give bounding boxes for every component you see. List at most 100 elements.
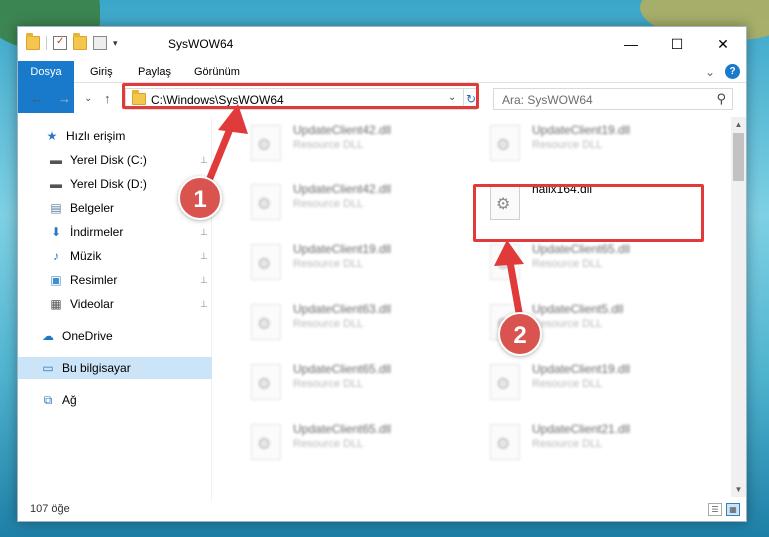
address-bar[interactable]: C:\Windows\SysWOW64 ⌄ ↻ [125,88,477,110]
file-item[interactable]: UpdateClient65.dll Resource DLL [241,358,461,410]
dll-file-icon [490,424,520,460]
nav-item[interactable]: ▦ Videolar ⊥ [18,293,212,315]
file-name: UpdateClient65.dll [293,422,392,436]
file-name: UpdateClient42.dll [293,182,392,196]
pin-icon: ⊥ [200,274,208,285]
nav-item-label: Yerel Disk (D:) [70,177,147,191]
file-item[interactable]: UpdateClient42.dll Resource DLL [241,178,461,230]
search-input[interactable]: Ara: SysWOW64 [502,93,593,107]
minimize-button[interactable]: — [608,27,654,61]
file-name: UpdateClient19.dll [532,362,631,376]
nav-item-label: Müzik [70,249,102,263]
scrollbar-thumb[interactable] [733,133,744,181]
nav-item[interactable]: ♪ Müzik ⊥ [18,245,212,267]
nav-item[interactable]: ⬇ İndirmeler ⊥ [18,221,212,243]
file-type: Resource DLL [293,258,364,270]
file-name: UpdateClient65.dll [293,362,392,376]
scroll-down-button[interactable]: ▼ [731,482,746,497]
customize-toolbar-icon[interactable]: ▾ [113,38,118,49]
disk-icon: ▬ [50,153,62,167]
address-dropdown-button[interactable]: ⌄ [448,92,456,103]
onedrive-icon: ☁ [42,329,54,343]
forward-button[interactable]: → [58,91,71,106]
recent-locations-button[interactable]: ⌄ [84,93,92,104]
nav-item[interactable]: ▣ Resimler ⊥ [18,269,212,291]
file-type: Resource DLL [293,139,364,151]
explorer-window: ▾ SysWOW64 — ☐ ✕ Dosya Giriş Paylaş Görü… [17,26,747,522]
item-count: 107 öğe [30,503,70,515]
tab-share[interactable]: Paylaş [128,61,181,83]
properties-icon[interactable] [93,36,107,50]
dll-file-icon [251,424,281,460]
nav-item-label: Videolar [70,297,114,311]
dll-file-icon [490,364,520,400]
close-button[interactable]: ✕ [700,27,746,61]
back-button[interactable]: ← [30,91,43,106]
tab-home[interactable]: Giriş [80,61,123,83]
dll-file-icon [251,244,281,280]
file-type: Resource DLL [532,378,603,390]
file-item[interactable]: UpdateClient65.dll Resource DLL [480,238,700,290]
nav-item-label: Yerel Disk (C:) [70,153,147,167]
nav-item[interactable]: ★ Hızlı erişim [18,125,212,147]
file-item[interactable]: UpdateClient21.dll Resource DLL [480,418,700,470]
vertical-scrollbar[interactable]: ▲ ▼ [731,117,746,497]
new-folder-icon[interactable] [73,33,87,50]
star-icon: ★ [46,129,58,143]
file-type: Resource DLL [532,438,603,450]
file-name: UpdateClient65.dll [532,242,631,256]
pin-icon: ⊥ [200,298,208,309]
dll-file-icon [490,125,520,161]
refresh-button[interactable]: ↻ [463,89,478,109]
file-item[interactable]: UpdateClient63.dll Resource DLL [241,298,461,350]
up-button[interactable]: ↑ [104,91,111,106]
file-item[interactable]: UpdateClient19.dll Resource DLL [480,358,700,410]
nav-item-label: Ağ [62,393,77,407]
large-icons-view-button[interactable]: ▦ [726,503,740,516]
file-list: UpdateClient42.dllResource DLLUpdateClie… [213,117,731,501]
dll-file-icon [251,364,281,400]
file-item[interactable]: UpdateClient19.dll Resource DLL [241,238,461,290]
download-icon: ⬇ [50,225,62,239]
nav-item-label: İndirmeler [70,225,124,239]
documents-icon: ▤ [50,201,62,215]
file-highlight-box [473,184,704,242]
dll-file-icon [251,184,281,220]
file-name: UpdateClient19.dll [532,123,631,137]
scroll-up-button[interactable]: ▲ [731,117,746,132]
tab-view[interactable]: Görünüm [184,61,250,83]
nav-item[interactable]: ⧉ Ağ [18,389,212,411]
file-type: Resource DLL [293,438,364,450]
nav-item-label: OneDrive [62,329,113,343]
nav-item[interactable]: ☁ OneDrive [18,325,212,347]
file-item[interactable]: UpdateClient19.dll Resource DLL [480,119,700,171]
file-name: UpdateClient21.dll [532,422,631,436]
dll-file-icon [490,244,520,280]
address-path[interactable]: C:\Windows\SysWOW64 [151,93,284,107]
file-type: Resource DLL [532,318,603,330]
search-box[interactable]: Ara: SysWOW64 ⚲ [493,88,733,110]
dll-file-icon [251,304,281,340]
help-icon[interactable]: ? [725,64,740,79]
nav-item[interactable]: ▭ Bu bilgisayar [18,357,212,379]
file-item[interactable]: UpdateClient65.dll Resource DLL [241,418,461,470]
computer-icon: ▭ [42,361,54,375]
quick-access-toolbar: ▾ [26,33,118,50]
chevron-down-icon[interactable]: ⌄ [705,65,715,79]
music-icon: ♪ [53,249,59,263]
nav-item[interactable]: ▬ Yerel Disk (C:) ⊥ [18,149,212,171]
file-type: Resource DLL [532,139,603,151]
maximize-button[interactable]: ☐ [654,27,700,61]
properties-check-icon[interactable] [53,36,67,50]
file-type: Resource DLL [293,378,364,390]
title-bar: ▾ SysWOW64 — ☐ ✕ [18,27,746,61]
file-type: Resource DLL [532,258,603,270]
folder-icon [132,90,146,105]
file-name: UpdateClient42.dll [293,123,392,137]
file-name: UpdateClient5.dll [532,302,624,316]
status-bar: 107 öğe ☰ ▦ [18,499,746,521]
file-item[interactable]: UpdateClient42.dll Resource DLL [241,119,461,171]
details-view-button[interactable]: ☰ [708,503,722,516]
search-icon[interactable]: ⚲ [716,91,726,107]
folder-icon [26,33,40,50]
